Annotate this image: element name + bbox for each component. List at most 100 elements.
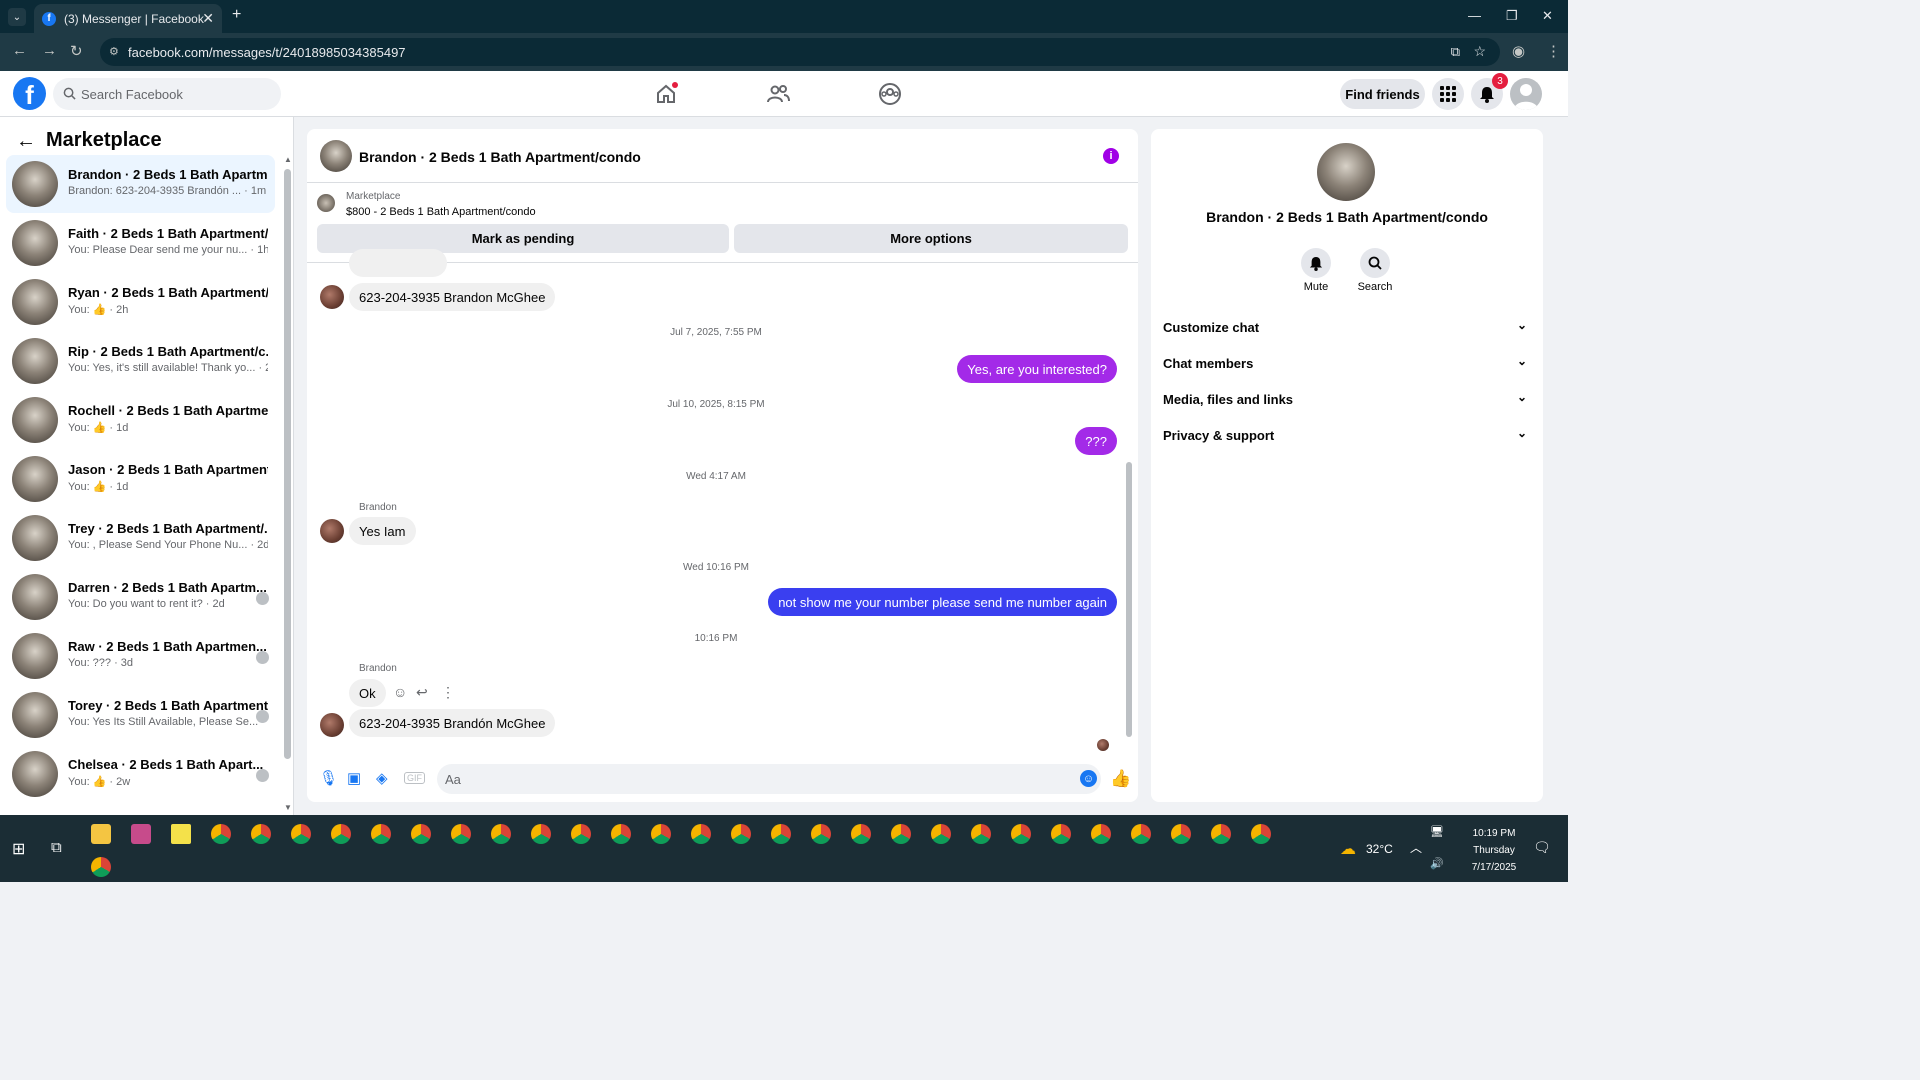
account-avatar[interactable] bbox=[1510, 78, 1542, 110]
details-section-row[interactable]: Media, files and links ⌄ bbox=[1163, 384, 1531, 414]
restore-icon[interactable]: ❐ bbox=[1506, 8, 1518, 24]
scroll-down-icon[interactable]: ▼ bbox=[284, 803, 292, 812]
sender-avatar[interactable] bbox=[320, 519, 344, 543]
chrome-window-icon[interactable] bbox=[251, 824, 271, 844]
network-icon[interactable]: 🖥 bbox=[1430, 825, 1444, 838]
volume-icon[interactable]: 🔊 bbox=[1430, 857, 1444, 870]
chrome-window-icon[interactable] bbox=[651, 824, 671, 844]
details-section-row[interactable]: Privacy & support ⌄ bbox=[1163, 420, 1531, 450]
message-bubble-outgoing[interactable]: not show me your number please send me n… bbox=[768, 588, 1117, 616]
reply-icon[interactable]: ↩ bbox=[416, 684, 428, 701]
attach-photo-icon[interactable]: ▣ bbox=[347, 769, 361, 787]
message-bubble[interactable]: Yes Iam bbox=[349, 517, 416, 545]
media-app-icon[interactable] bbox=[131, 824, 151, 844]
chrome-window-icon[interactable] bbox=[851, 824, 871, 844]
mute-button[interactable] bbox=[1301, 248, 1331, 278]
groups-icon[interactable] bbox=[878, 82, 902, 106]
conversation-item[interactable]: Faith · 2 Beds 1 Bath Apartment/... You: … bbox=[6, 214, 275, 272]
scroll-up-icon[interactable]: ▲ bbox=[284, 155, 292, 164]
chrome-window-icon[interactable] bbox=[371, 824, 391, 844]
chrome-window-icon[interactable] bbox=[1211, 824, 1231, 844]
conversation-item[interactable]: Jason · 2 Beds 1 Bath Apartment... You: 👍… bbox=[6, 450, 275, 508]
minimize-icon[interactable]: — bbox=[1468, 8, 1481, 23]
thumbs-up-send-icon[interactable]: 👍 bbox=[1110, 769, 1131, 789]
message-bubble-outgoing[interactable]: Yes, are you interested? bbox=[957, 355, 1117, 383]
windows-start-icon[interactable]: ⊞ bbox=[12, 839, 25, 859]
bookmark-star-icon[interactable]: ☆ bbox=[1473, 43, 1486, 60]
conversation-item[interactable]: Torey · 2 Beds 1 Bath Apartment... You: Y… bbox=[6, 686, 275, 744]
chat-scrollbar[interactable] bbox=[1126, 462, 1132, 737]
reload-icon[interactable]: ↻ bbox=[70, 42, 83, 60]
chrome-window-icon[interactable] bbox=[331, 824, 351, 844]
url-field[interactable]: ⚙ facebook.com/messages/t/24018985034385… bbox=[100, 38, 1500, 66]
conversation-item[interactable]: Rip · 2 Beds 1 Bath Apartment/c... You: Y… bbox=[6, 332, 275, 390]
message-bubble[interactable]: Ok bbox=[349, 679, 386, 707]
chrome-window-icon[interactable] bbox=[571, 824, 591, 844]
sender-avatar[interactable] bbox=[320, 285, 344, 309]
message-bubble-outgoing[interactable]: ??? bbox=[1075, 427, 1117, 455]
find-friends-button[interactable]: Find friends bbox=[1340, 79, 1425, 109]
chrome-window-icon[interactable] bbox=[411, 824, 431, 844]
emoji-picker-icon[interactable]: ☺ bbox=[1080, 770, 1097, 787]
conversation-item[interactable]: Brandon · 2 Beds 1 Bath Apartm... Brandon… bbox=[6, 155, 275, 213]
react-emoji-icon[interactable]: ☺ bbox=[393, 684, 407, 700]
chrome-window-icon[interactable] bbox=[771, 824, 791, 844]
file-explorer-icon[interactable] bbox=[91, 824, 111, 844]
conversation-info-icon[interactable]: i bbox=[1103, 148, 1119, 164]
menu-grid-icon[interactable] bbox=[1432, 78, 1464, 110]
chrome-window-icon[interactable] bbox=[291, 824, 311, 844]
sticky-notes-icon[interactable] bbox=[171, 824, 191, 844]
facebook-search-input[interactable]: Search Facebook bbox=[53, 78, 281, 110]
weather-icon[interactable]: ☁ bbox=[1340, 839, 1356, 859]
conversation-item[interactable]: Ryan · 2 Beds 1 Bath Apartment/... You: 👍… bbox=[6, 273, 275, 331]
more-actions-icon[interactable]: ⋮ bbox=[441, 684, 455, 701]
tab-list-chevron-icon[interactable]: ⌄ bbox=[8, 8, 26, 26]
notification-center-icon[interactable]: 🗨 bbox=[1533, 839, 1551, 856]
show-hidden-icons[interactable]: ︿ bbox=[1410, 839, 1422, 856]
conversation-item[interactable]: Chelsea · 2 Beds 1 Bath Apart... You: 👍 ·… bbox=[6, 745, 275, 803]
sticker-icon[interactable]: ◈ bbox=[376, 769, 388, 787]
chrome-window-icon[interactable] bbox=[1131, 824, 1151, 844]
chat-avatar[interactable] bbox=[320, 140, 352, 172]
facebook-logo-icon[interactable]: f bbox=[13, 77, 46, 110]
chrome-window-icon[interactable] bbox=[491, 824, 511, 844]
conversation-item[interactable]: Darren · 2 Beds 1 Bath Apartm... You: Do … bbox=[6, 568, 275, 626]
chat-title[interactable]: Brandon · 2 Beds 1 Bath Apartment/condo bbox=[359, 149, 641, 165]
forward-icon[interactable]: → bbox=[42, 42, 57, 59]
search-conversation-button[interactable] bbox=[1360, 248, 1390, 278]
sidebar-scrollbar[interactable] bbox=[284, 169, 291, 759]
back-icon[interactable]: ← bbox=[12, 42, 27, 59]
chrome-window-icon[interactable] bbox=[451, 824, 471, 844]
temperature[interactable]: 32°C bbox=[1366, 842, 1393, 856]
chrome-window-icon[interactable] bbox=[971, 824, 991, 844]
details-section-row[interactable]: Customize chat ⌄ bbox=[1163, 312, 1531, 342]
conversation-item[interactable]: Rochell · 2 Beds 1 Bath Apartme... You: 👍… bbox=[6, 391, 275, 449]
message-input[interactable]: Aa ☺ bbox=[437, 764, 1101, 794]
chrome-window-icon[interactable] bbox=[931, 824, 951, 844]
message-bubble[interactable]: 623-204-3935 Brandón McGhee bbox=[349, 709, 556, 737]
chrome-window-icon[interactable] bbox=[531, 824, 551, 844]
back-arrow-icon[interactable]: ← bbox=[16, 130, 36, 153]
conversation-item[interactable]: Trey · 2 Beds 1 Bath Apartment/... You: ,… bbox=[6, 509, 275, 567]
home-icon[interactable] bbox=[654, 82, 678, 106]
conversation-item[interactable]: Raw · 2 Beds 1 Bath Apartmen... You: ??? … bbox=[6, 627, 275, 685]
sender-avatar[interactable] bbox=[320, 713, 344, 737]
task-view-icon[interactable]: ⧉ bbox=[51, 839, 62, 856]
microphone-icon[interactable]: 🎙 bbox=[319, 769, 338, 787]
chrome-window-icon[interactable] bbox=[691, 824, 711, 844]
gif-icon[interactable]: GIF bbox=[404, 772, 425, 784]
more-options-button[interactable]: More options bbox=[734, 224, 1128, 253]
close-window-icon[interactable]: ✕ bbox=[1542, 8, 1553, 24]
chrome-window-icon[interactable] bbox=[1051, 824, 1071, 844]
install-app-icon[interactable]: ⧉ bbox=[1451, 44, 1460, 60]
browser-menu-icon[interactable]: ⋮ bbox=[1546, 42, 1561, 60]
chrome-taskbar-icon[interactable] bbox=[91, 857, 111, 877]
chrome-window-icon[interactable] bbox=[811, 824, 831, 844]
chrome-window-icon[interactable] bbox=[211, 824, 231, 844]
listing-thumbnail[interactable] bbox=[317, 194, 335, 212]
chrome-window-icon[interactable] bbox=[611, 824, 631, 844]
close-tab-icon[interactable]: ✕ bbox=[202, 10, 214, 27]
chrome-window-icon[interactable] bbox=[1251, 824, 1271, 844]
chrome-window-icon[interactable] bbox=[891, 824, 911, 844]
friends-icon[interactable] bbox=[766, 82, 790, 106]
